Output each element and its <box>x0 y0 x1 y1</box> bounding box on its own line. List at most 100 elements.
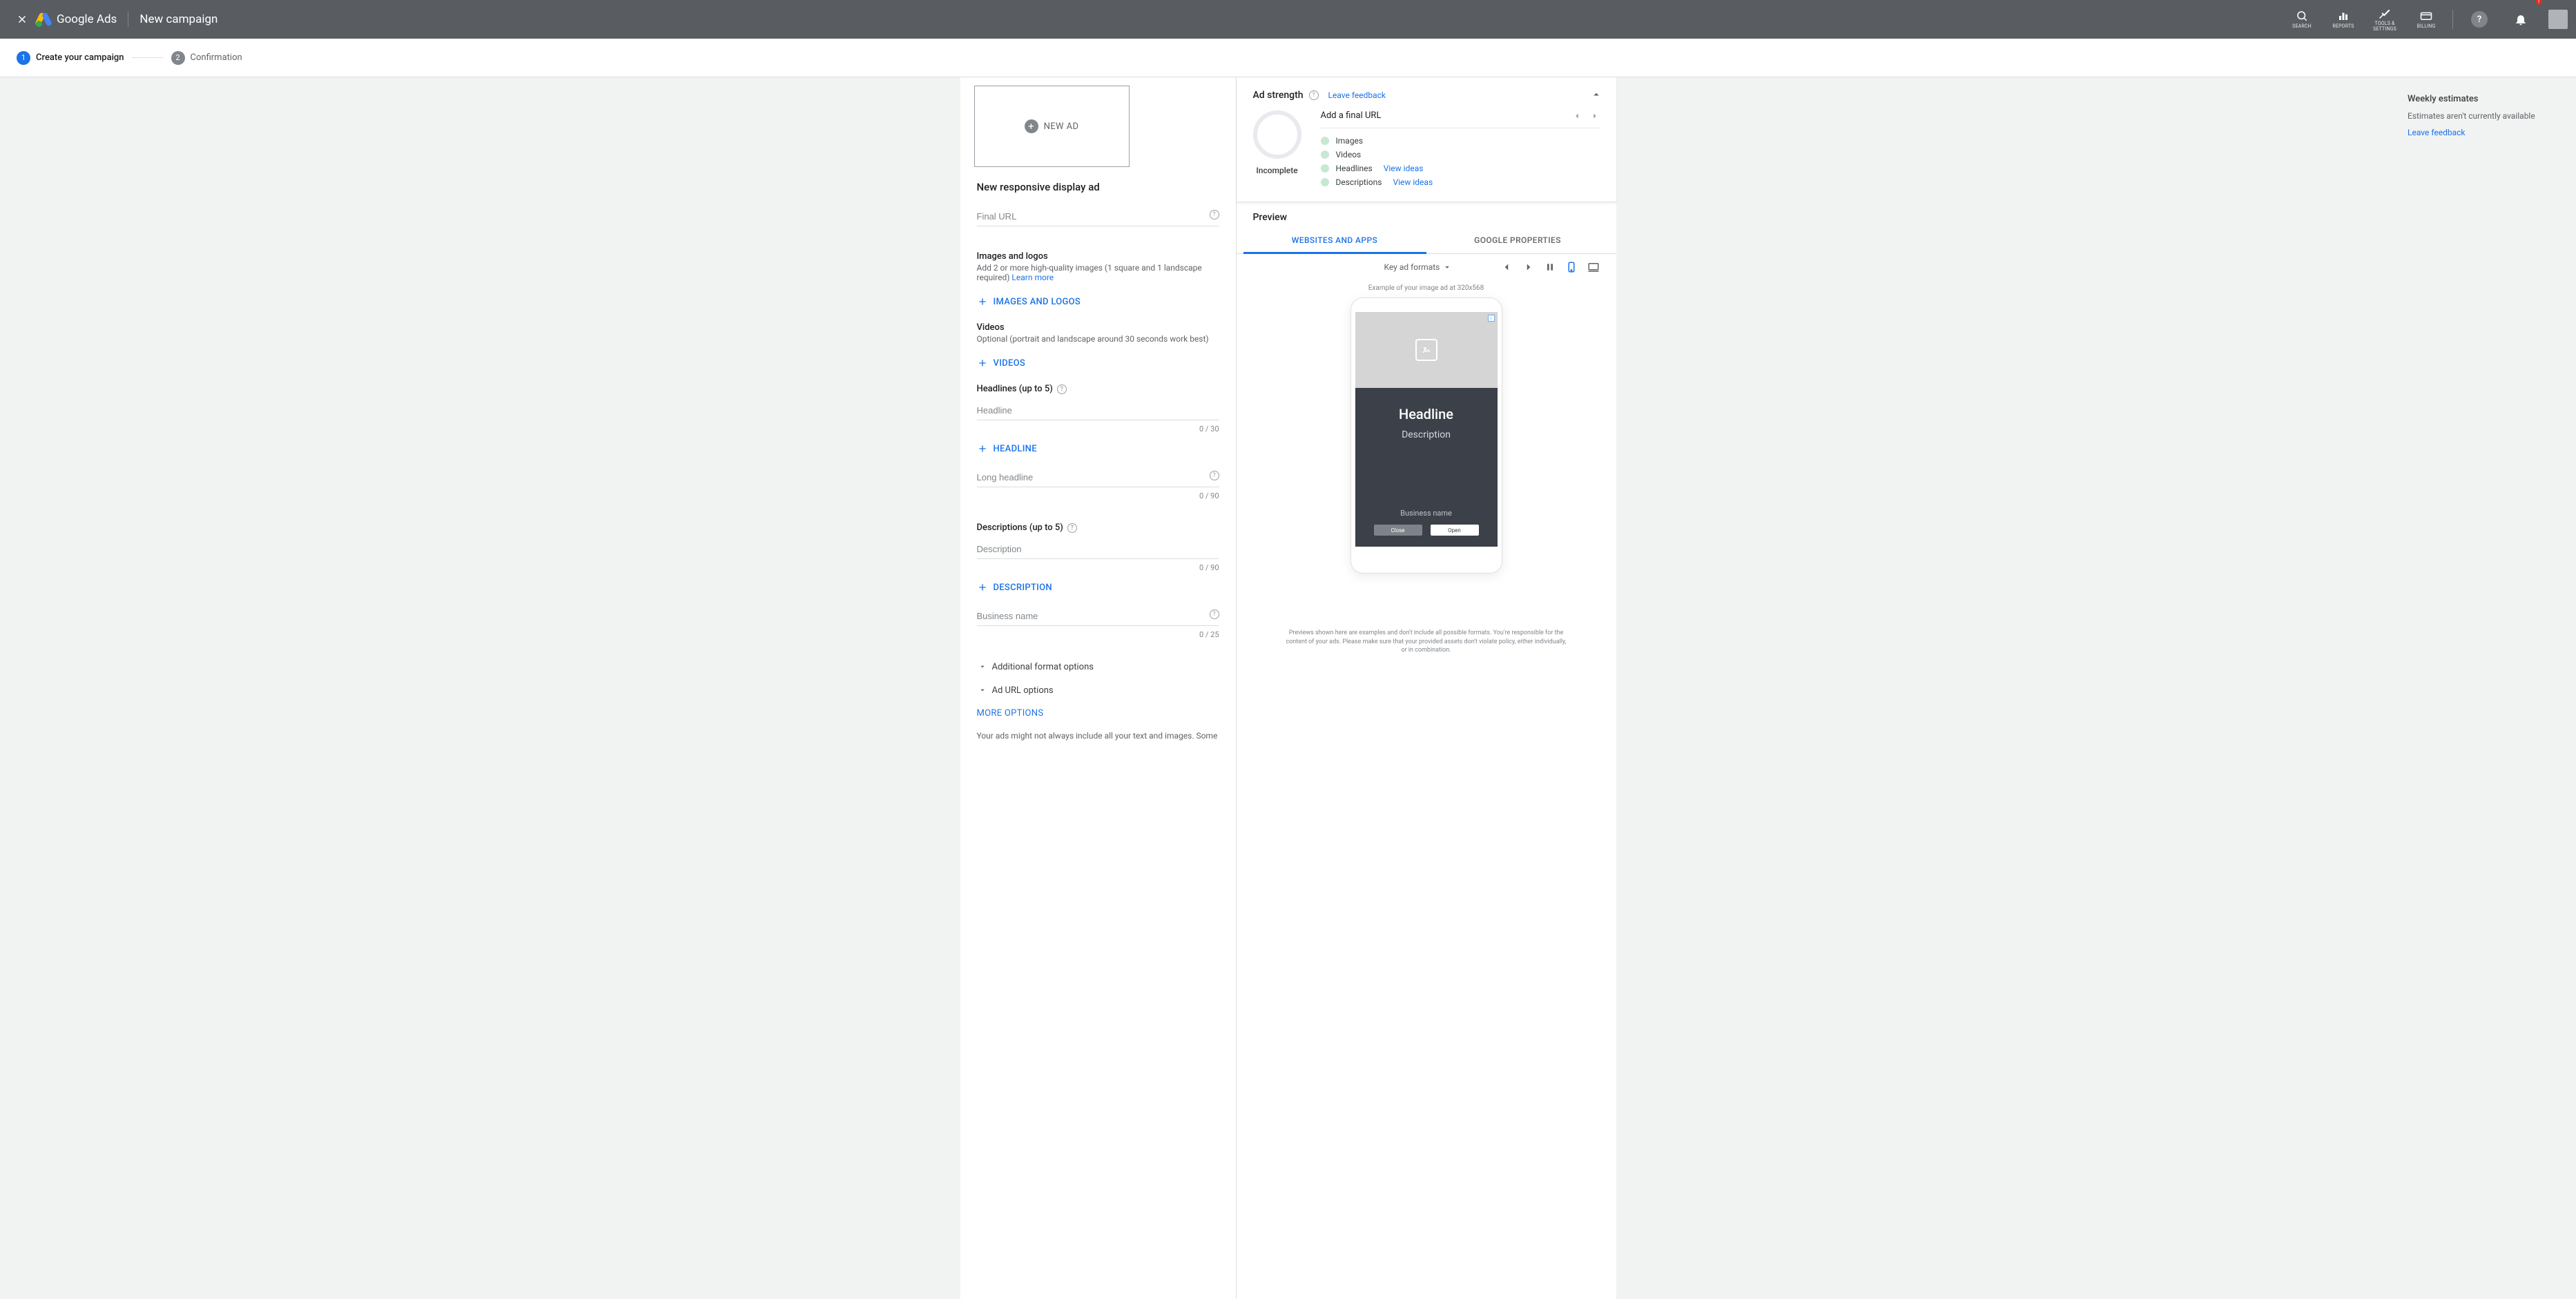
collapse-icon[interactable] <box>1590 88 1602 104</box>
help-icon[interactable]: ? <box>1210 469 1219 480</box>
ad-url-options-label: Ad URL options <box>992 685 1054 696</box>
preview-disclaimer: Previews shown here are examples and don… <box>1237 629 1616 655</box>
desktop-icon[interactable] <box>1587 261 1600 273</box>
format-dropdown-label: Key ad formats <box>1384 262 1440 272</box>
step-1-num: 1 <box>17 51 30 65</box>
new-ad-label: NEW AD <box>1044 121 1079 132</box>
prev-chevron-left-icon[interactable] <box>1500 261 1513 273</box>
ad-open-button: Open <box>1431 525 1479 536</box>
ad-url-options-toggle[interactable]: Ad URL options <box>977 685 1219 696</box>
tab-websites-apps[interactable]: WEBSITES AND APPS <box>1243 228 1426 254</box>
ad-close-button: Close <box>1374 525 1422 536</box>
leave-feedback-link[interactable]: Leave feedback <box>1328 90 1386 100</box>
tools-label: TOOLS & SETTINGS <box>2365 21 2404 32</box>
add-headline-button[interactable]: HEADLINE <box>977 443 1219 454</box>
business-name-input[interactable] <box>977 607 1219 626</box>
images-subtext: Add 2 or more high-quality images (1 squ… <box>977 263 1202 282</box>
more-options-link[interactable]: MORE OPTIONS <box>977 708 1219 719</box>
estimates-title: Weekly estimates <box>2408 94 2559 104</box>
status-dot-icon <box>1321 137 1329 145</box>
add-images-label: IMAGES AND LOGOS <box>994 297 1081 307</box>
step-create-campaign[interactable]: 1 Create your campaign <box>17 51 124 65</box>
headline-input[interactable] <box>977 401 1219 420</box>
prev-chevron-right-icon[interactable] <box>1522 261 1535 273</box>
business-name-counter: 0 / 25 <box>977 630 1219 639</box>
form-disclaimer: Your ads might not always include all yo… <box>977 730 1219 742</box>
strength-top-msg: Add a final URL <box>1321 110 1382 121</box>
form-title: New responsive display ad <box>977 181 1219 193</box>
format-dropdown[interactable]: Key ad formats <box>1384 262 1453 272</box>
ad-headline-text: Headline <box>1399 406 1453 422</box>
estimates-feedback-link[interactable]: Leave feedback <box>2408 128 2559 137</box>
chevron-right-icon[interactable] <box>1590 111 1600 121</box>
new-ad-button[interactable]: + NEW AD <box>974 86 1130 167</box>
step-confirmation[interactable]: 2 Confirmation <box>171 51 242 65</box>
help-icon[interactable]: ? <box>1210 608 1219 619</box>
add-videos-button[interactable]: VIDEOS <box>977 358 1219 369</box>
close-icon[interactable] <box>8 13 36 26</box>
estimates-msg: Estimates aren't currently available <box>2408 111 2559 121</box>
preview-label: Preview <box>1237 212 1616 228</box>
help-icon[interactable]: ? <box>1210 208 1219 219</box>
step-2-label: Confirmation <box>191 52 242 63</box>
help-icon[interactable]: ? <box>1309 90 1319 100</box>
phone-mock: i Headline Description Business name <box>1350 297 1502 574</box>
videos-subtext: Optional (portrait and landscape around … <box>977 334 1219 344</box>
google-ads-logo <box>36 12 51 27</box>
long-headline-input[interactable] <box>977 468 1219 487</box>
mock-size-label: Example of your image ad at 320x568 <box>1368 284 1484 292</box>
tools-button[interactable]: TOOLS & SETTINGS <box>2365 0 2404 39</box>
notifications-button[interactable]: ! <box>2501 0 2540 39</box>
status-dot-icon <box>1321 164 1329 173</box>
learn-more-link[interactable]: Learn more <box>1011 273 1054 282</box>
add-description-button[interactable]: DESCRIPTION <box>977 582 1219 593</box>
final-url-input[interactable] <box>977 207 1219 226</box>
help-button[interactable]: ? <box>2460 0 2499 39</box>
add-headline-label: HEADLINE <box>994 444 1037 454</box>
ad-biz-text: Business name <box>1400 509 1452 518</box>
status-dot-icon <box>1321 150 1329 159</box>
avatar[interactable] <box>2548 10 2568 29</box>
ad-strength-title: Ad strength <box>1253 90 1304 101</box>
add-videos-label: VIDEOS <box>994 358 1026 369</box>
reports-button[interactable]: REPORTS <box>2324 0 2363 39</box>
chevron-down-icon <box>1442 262 1452 272</box>
check-videos: Videos <box>1336 150 1362 159</box>
page-title: New campaign <box>139 12 217 26</box>
additional-format-options-toggle[interactable]: Additional format options <box>977 661 1219 672</box>
description-counter: 0 / 90 <box>977 563 1219 572</box>
descriptions-section-title: Descriptions (up to 5) <box>977 522 1063 533</box>
help-icon[interactable]: ? <box>1067 523 1077 533</box>
add-description-label: DESCRIPTION <box>994 583 1052 593</box>
check-images: Images <box>1336 136 1364 146</box>
brand-text: Google Ads <box>57 12 117 26</box>
strength-gauge-icon <box>1253 110 1301 159</box>
ad-desc-text: Description <box>1402 429 1451 440</box>
search-label: SEARCH <box>2292 23 2312 29</box>
plus-icon: + <box>1025 119 1038 133</box>
tab-google-properties[interactable]: GOOGLE PROPERTIES <box>1426 228 1609 253</box>
videos-section-title: Videos <box>977 322 1219 333</box>
ad-info-icon: i <box>1488 315 1495 322</box>
headlines-section-title: Headlines (up to 5) <box>977 384 1053 394</box>
description-input[interactable] <box>977 540 1219 559</box>
view-ideas-link[interactable]: View ideas <box>1384 164 1424 173</box>
billing-button[interactable]: BILLING <box>2407 0 2446 39</box>
topbar: Google Ads New campaign SEARCH REPORTS T… <box>0 0 2576 39</box>
step-2-num: 2 <box>171 51 185 65</box>
additional-format-label: Additional format options <box>992 662 1094 672</box>
weekly-estimates-panel: Weekly estimates Estimates aren't curren… <box>2408 94 2559 137</box>
search-button[interactable]: SEARCH <box>2283 0 2321 39</box>
strength-gauge-label: Incomplete <box>1256 166 1297 175</box>
add-images-button[interactable]: IMAGES AND LOGOS <box>977 296 1219 307</box>
stepper-bar: 1 Create your campaign 2 Confirmation <box>0 39 2576 77</box>
step-1-label: Create your campaign <box>36 52 124 63</box>
ad-strength-card: Ad strength ? Leave feedback Incomplete … <box>1237 77 1616 202</box>
mobile-icon[interactable] <box>1565 261 1578 273</box>
long-headline-counter: 0 / 90 <box>977 491 1219 500</box>
help-icon[interactable]: ? <box>1057 384 1067 394</box>
pause-icon[interactable] <box>1544 262 1556 273</box>
billing-label: BILLING <box>2417 23 2436 29</box>
view-ideas-link[interactable]: View ideas <box>1393 177 1433 187</box>
chevron-left-icon[interactable] <box>1572 111 1582 121</box>
